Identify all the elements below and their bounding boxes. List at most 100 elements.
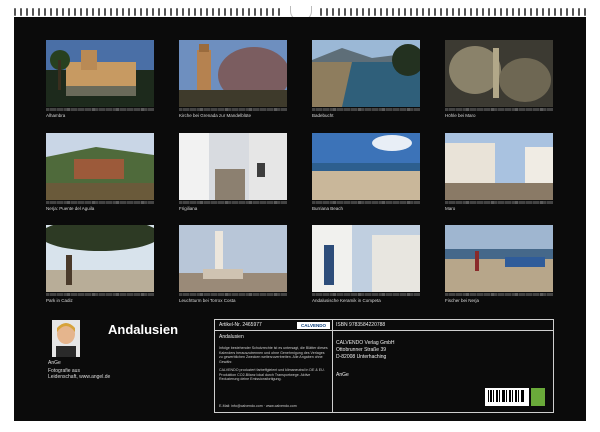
binding-coil [122,8,124,16]
day-tick [151,201,154,204]
photo-fishers [445,225,553,292]
binding-coil [272,8,274,16]
date-strip [312,293,420,296]
date-strip [46,108,154,111]
photo-aqueduct [46,133,154,200]
binding-coil [434,8,436,16]
date-strip [445,201,553,204]
photo-caption: Nerja: Puente del Aguila [46,206,95,211]
binding-coil [392,8,394,16]
binding-coil [416,8,418,16]
binding-coil [248,8,250,16]
binding-coil [512,8,514,16]
binding-coil [464,8,466,16]
day-tick [417,201,420,204]
day-tick [284,293,287,296]
binding-coil [536,8,538,16]
binding-coil [14,8,16,16]
binding-coil [368,8,370,16]
photo-caption: Fischer bei Nerja [445,298,480,303]
binding-coil [44,8,46,16]
binding-coil [242,8,244,16]
photo-cave [445,40,553,107]
binding-coil [500,8,502,16]
contact-info: E-Mail: info@calvendo.com · www.calvendo… [219,404,297,408]
photo-caption: Andalusische Keramik in Competa [312,298,381,303]
date-strip [46,201,154,204]
photo-caption: Maro [445,206,456,211]
photo-church [179,40,287,107]
binding-coil [134,8,136,16]
binding-coil [50,8,52,16]
photo-beach [312,133,420,200]
binding-coil [350,8,352,16]
calendar-title: Andalusien [108,322,179,337]
binding-coil [482,8,484,16]
binding-coil [152,8,154,16]
date-strip [179,108,287,111]
photo-caption: Park in Cadiz [46,298,73,303]
author-name: AnGe [48,360,61,366]
binding-coil [68,8,70,16]
photo-caption: Badebucht [312,113,334,118]
binding-coil [38,8,40,16]
binding-coil [188,8,190,16]
photo-caption: Leuchtturm bei Torrox Costa [179,298,236,303]
photo-frigiliana [179,133,287,200]
day-tick [417,293,420,296]
binding-coil [338,8,340,16]
author-short: AnGe [336,372,349,378]
binding-coil [398,8,400,16]
binding-coil [506,8,508,16]
binding-coil [518,8,520,16]
binding-coil [458,8,460,16]
photo-alhambra [46,40,154,107]
date-strip [312,201,420,204]
binding-coil [224,8,226,16]
product-title: Andalusien [219,334,244,340]
date-strip [179,293,287,296]
publisher-street: Ottobrunner Straße 39 [336,347,387,353]
binding-coil [170,8,172,16]
binding-coil [146,8,148,16]
info-box: Artikel-Nr. 2465977 CALVENDO Andalusien … [214,319,554,413]
binding-coil [446,8,448,16]
day-tick [284,108,287,111]
binding-coil [278,8,280,16]
binding-coil [440,8,442,16]
binding-coil [116,8,118,16]
photo-maro [445,133,553,200]
binding-coil [158,8,160,16]
day-tick [151,293,154,296]
binding-coil [20,8,22,16]
binding-coil [206,8,208,16]
binding-coil [194,8,196,16]
binding-coil [344,8,346,16]
photo-caption: Alhambra [46,113,66,118]
calendar-sheet: Alhambra Kirche bei Grenada zur Mandelbl… [14,17,586,421]
binding-coil [578,8,580,16]
binding-coil [266,8,268,16]
binding-coil [380,8,382,16]
day-tick [550,201,553,204]
date-strip [312,108,420,111]
binding-coil [530,8,532,16]
photo-caption: Kirche bei Grenada zur Mandelblüte [179,113,252,118]
binding-coil [254,8,256,16]
binding-coil [494,8,496,16]
date-strip [179,201,287,204]
article-number: Artikel-Nr. 2465977 [219,322,262,328]
binding-coil [104,8,106,16]
binding-coil [554,8,556,16]
binding-coil [140,8,142,16]
binding-coil [56,8,58,16]
production-text: CALVENDO produziert farbeffgieient und k… [219,368,325,382]
binding-coil [560,8,562,16]
binding-coil [584,8,586,16]
publisher-name: CALVENDO Verlag GmbH [336,340,395,346]
binding-coil [332,8,334,16]
author-portrait [52,320,80,357]
binding-coil [566,8,568,16]
binding-coil [542,8,544,16]
photo-lighthouse [179,225,287,292]
